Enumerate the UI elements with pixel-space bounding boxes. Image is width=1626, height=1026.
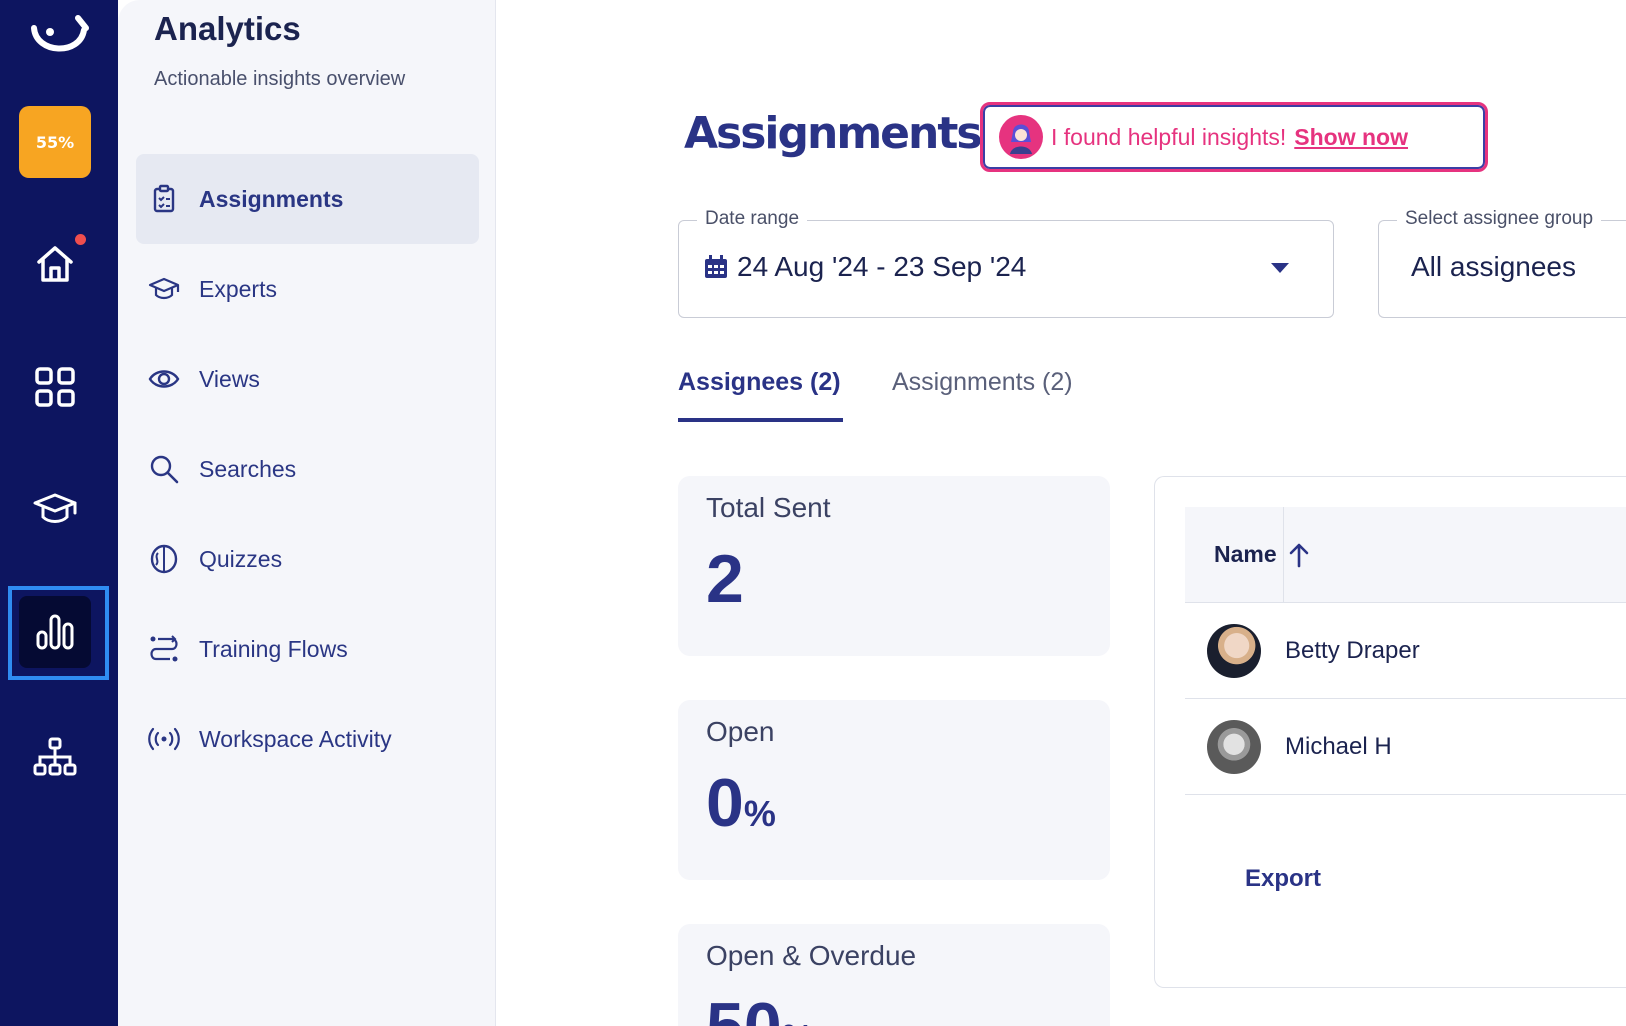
nav-label: Training Flows [199,635,348,662]
table-row[interactable]: Betty Draper [1185,603,1626,699]
assignee-group-select[interactable]: Select assignee group All assignees [1378,208,1626,318]
nav-item-experts[interactable]: Experts [136,244,479,334]
assignee-name: Betty Draper [1285,636,1420,664]
nav-label: Views [199,365,260,392]
grid-icon [35,367,75,407]
rail-org-button[interactable] [19,721,91,793]
table-row[interactable]: Michael H [1185,699,1626,795]
org-chart-icon [33,737,77,776]
nav-item-assignments[interactable]: Assignments [136,154,479,244]
column-divider [1283,507,1284,603]
bar-chart-icon [36,614,74,650]
clipboard-icon [146,181,182,217]
nav-item-quizzes[interactable]: Quizzes [136,514,479,604]
assignee-name: Michael H [1285,732,1392,760]
graduation-cap-icon [33,493,77,523]
export-button[interactable]: Export [1245,865,1321,893]
show-now-link[interactable]: Show now [1294,124,1408,151]
chevron-down-icon [1271,263,1289,273]
avatar [1207,719,1261,774]
nav-label: Experts [199,275,277,302]
flow-icon [146,631,182,667]
eye-icon [146,361,182,397]
assignee-group-value: All assignees [1411,251,1576,282]
nav-label: Quizzes [199,545,283,572]
stat-unit: % [743,793,776,834]
calendar-icon [705,255,727,278]
insight-banner[interactable]: I found helpful insights! Show now [980,102,1488,172]
tab-assignments[interactable]: Assignments (2) [892,368,1073,397]
stat-label: Open [706,716,775,747]
nav-item-searches[interactable]: Searches [136,424,479,514]
sidenav-title: Analytics [154,10,301,47]
stat-label: Open & Overdue [706,940,917,971]
nav-item-workspace-activity[interactable]: Workspace Activity [136,694,479,784]
avatar [1207,623,1261,678]
nav-label: Searches [199,455,297,482]
graduation-cap-icon [146,271,182,307]
nav-label: Assignments [199,185,344,212]
stat-label: Total Sent [706,492,831,523]
date-range-select[interactable]: Date range 24 Aug '24 - 23 Sep '24 [678,208,1334,318]
date-range-label: Date range [697,208,808,230]
rail-experts-button[interactable] [19,473,91,545]
date-range-value-wrapper: 24 Aug '24 - 23 Sep '24 [703,251,1026,283]
analytics-sidenav: Analytics Actionable insights overview A… [118,0,496,1026]
assistant-avatar-icon [999,115,1043,159]
logo-icon[interactable] [28,14,90,62]
arrow-up-icon[interactable] [1287,540,1311,570]
sidenav-subtitle: Actionable insights overview [154,68,406,90]
stat-number: 2 [706,541,744,617]
stat-number: 0 [706,765,744,841]
stat-value: 2 [706,540,744,618]
nav-item-views[interactable]: Views [136,334,479,424]
column-header-name[interactable]: Name [1214,541,1277,568]
rail-apps-button[interactable] [19,351,91,423]
home-icon [37,246,73,282]
nav-label: Workspace Activity [199,725,392,752]
date-range-value: 24 Aug '24 - 23 Sep '24 [737,251,1027,282]
stat-card-total-sent: Total Sent 2 [678,476,1110,656]
progress-badge[interactable]: 55% [19,106,91,178]
tab-assignees[interactable]: Assignees (2) [678,368,843,422]
stat-number: 50 [706,989,782,1026]
notification-dot [75,234,86,245]
rail-analytics-button[interactable] [19,596,91,668]
stat-value: 50% [706,988,814,1026]
broadcast-icon [146,721,182,757]
stat-unit: % [782,1017,814,1026]
brain-icon [146,541,182,577]
stat-card-open-overdue: Open & Overdue 50% [678,924,1110,1026]
assignee-group-label: Select assignee group [1397,208,1602,230]
stat-card-open: Open 0% [678,700,1110,880]
table-header: Name [1185,507,1626,603]
assignees-table-panel: Name Betty Draper Michael H Export [1154,476,1626,988]
nav-item-training-flows[interactable]: Training Flows [136,604,479,694]
page-title: Assignments [684,108,983,159]
app-rail: 55% [0,0,118,1026]
search-icon [146,451,182,487]
stat-value: 0% [706,764,776,842]
banner-text: I found helpful insights! [1051,123,1287,150]
